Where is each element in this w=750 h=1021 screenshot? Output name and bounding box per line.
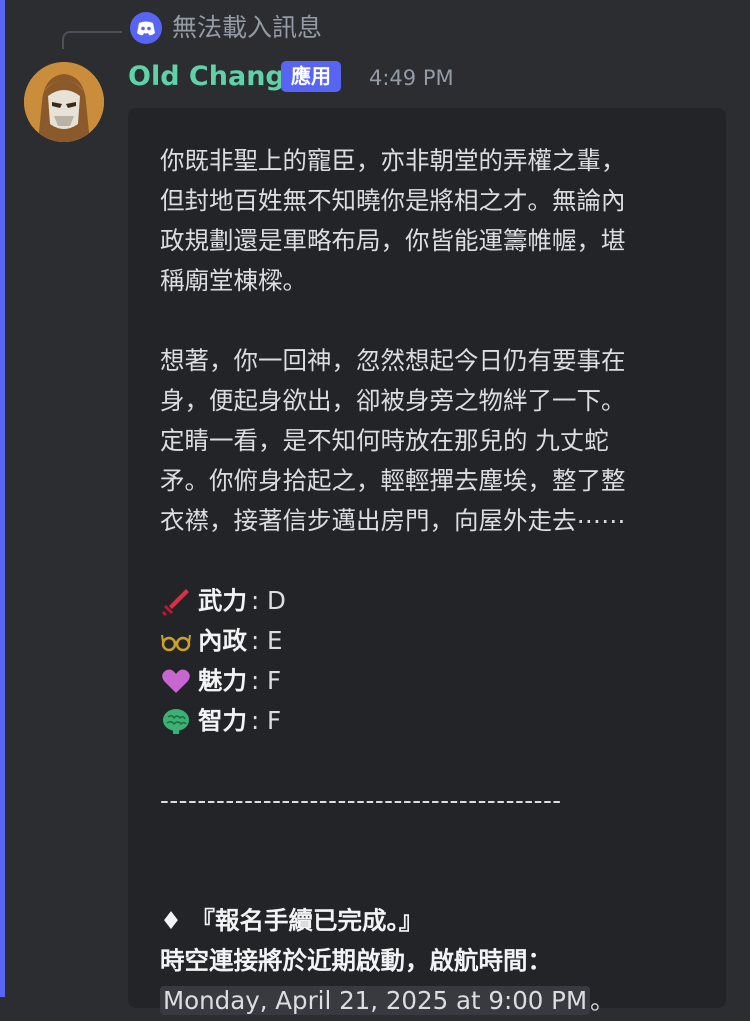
launch-suffix: 。 <box>590 986 615 1015</box>
avatar[interactable] <box>24 62 104 142</box>
stat-label: 武力 <box>198 586 247 615</box>
brain-icon <box>160 705 192 737</box>
message-body: 你既非聖上的寵臣，亦非朝堂的弄權之輩， 但封地百姓無不知曉你是將相之才。無論內 … <box>160 141 705 1021</box>
notice-line: 時空連接將於近期啟動，啟航時間： <box>160 946 552 975</box>
stat-value: F <box>267 706 282 735</box>
stat-row-strength: 武力 : D <box>160 581 705 621</box>
stat-row-politics: 內政 : E <box>160 621 705 661</box>
launch-time-row: Monday, April 21, 2025 at 9:00 PM。 <box>160 981 705 1021</box>
heart-icon <box>160 665 192 697</box>
reply-connector <box>62 31 122 49</box>
discord-icon[interactable] <box>130 12 162 44</box>
author-name[interactable]: Old Chang <box>128 58 285 96</box>
stat-label: 智力 <box>198 706 247 735</box>
message-timestamp[interactable]: 4:49 PM <box>369 63 454 93</box>
reply-preview-text[interactable]: 無法載入訊息 <box>172 12 322 44</box>
stat-label: 內政 <box>198 626 247 655</box>
app-badge: 應用 <box>281 61 341 92</box>
story-paragraph-1: 你既非聖上的寵臣，亦非朝堂的弄權之輩， 但封地百姓無不知曉你是將相之才。無論內 … <box>160 146 626 295</box>
stat-row-intelligence: 智力 : F <box>160 701 705 741</box>
notice-title: ♦ 『報名手續已完成。』 <box>160 906 424 935</box>
stat-value: D <box>267 586 286 615</box>
stat-label: 魅力 <box>198 666 247 695</box>
highlight-bar <box>0 0 5 997</box>
text-divider: ----------------------------------------… <box>160 786 562 815</box>
stat-value: E <box>267 626 283 655</box>
story-paragraph-2: 想著，你一回神，忽然想起今日仍有要事在 身，便起身欲出，卻被身旁之物絆了一下。 … <box>160 346 626 535</box>
launch-timestamp[interactable]: Monday, April 21, 2025 at 9:00 PM <box>160 986 591 1015</box>
sword-icon <box>160 585 192 617</box>
stat-row-charisma: 魅力 : F <box>160 661 705 701</box>
glasses-icon <box>160 625 192 657</box>
stat-value: F <box>267 666 282 695</box>
